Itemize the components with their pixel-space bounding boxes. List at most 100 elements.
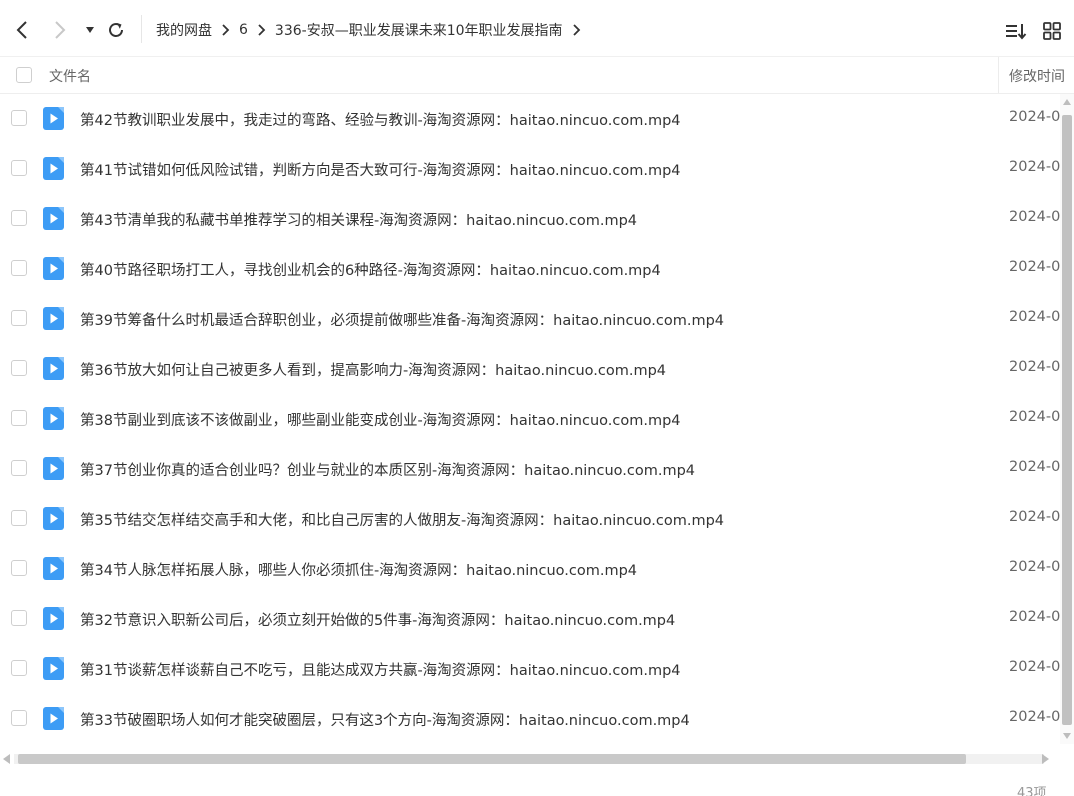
file-modified-time: 2024-0 [1009,359,1060,375]
toolbar-divider [141,15,142,43]
file-modified-time: 2024-0 [1009,109,1060,125]
video-file-icon [43,457,64,480]
file-modified-time: 2024-0 [1009,159,1060,175]
file-name[interactable]: 第34节人脉怎样拓展人脉，哪些人你必须抓住-海淘资源网：haitao.nincu… [80,559,637,580]
file-modified-time: 2024-0 [1009,459,1060,475]
video-file-icon [43,357,64,380]
file-modified-time: 2024-0 [1009,409,1060,425]
breadcrumb-item-current[interactable]: 336-安叔—职业发展课未来10年职业发展指南 [275,20,563,40]
file-modified-time: 2024-0 [1009,259,1060,275]
breadcrumb-item-root[interactable]: 我的网盘 [156,20,212,40]
breadcrumb: 我的网盘 6 336-安叔—职业发展课未来10年职业发展指南 [156,18,590,42]
file-name[interactable]: 第42节教训职业发展中，我走过的弯路、经验与教训-海淘资源网：haitao.ni… [80,109,681,130]
row-checkbox[interactable] [11,660,27,676]
file-name[interactable]: 第37节创业你真的适合创业吗？创业与就业的本质区别-海淘资源网：haitao.n… [80,459,695,480]
column-header-modified-time[interactable]: 修改时间 [1009,66,1065,86]
row-checkbox[interactable] [11,160,27,176]
vertical-scroll-thumb[interactable] [1062,115,1072,725]
file-row[interactable]: 第41节试错如何低风险试错，判断方向是否大致可行-海淘资源网：haitao.ni… [0,144,1060,194]
file-name[interactable]: 第35节结交怎样结交高手和大佬，和比自己厉害的人做朋友-海淘资源网：haitao… [80,509,724,530]
row-checkbox[interactable] [11,460,27,476]
caret-down-icon [86,27,94,33]
row-checkbox[interactable] [11,560,27,576]
video-file-icon [43,507,64,530]
file-name[interactable]: 第41节试错如何低风险试错，判断方向是否大致可行-海淘资源网：haitao.ni… [80,159,681,180]
file-row[interactable]: 第36节放大如何让自己被更多人看到，提高影响力-海淘资源网：haitao.nin… [0,344,1060,394]
file-browser-window: 我的网盘 6 336-安叔—职业发展课未来10年职业发展指南 文件名 修改时间 … [0,0,1074,796]
video-file-icon [43,707,64,730]
chevron-right-icon[interactable] [572,24,581,36]
file-name[interactable]: 第32节意识入职新公司后，必须立刻开始做的5件事-海淘资源网：haitao.ni… [80,609,675,630]
row-checkbox[interactable] [11,510,27,526]
file-row[interactable]: 第38节副业到底该不该做副业，哪些副业能变成创业-海淘资源网：haitao.ni… [0,394,1060,444]
file-modified-time: 2024-0 [1009,609,1060,625]
file-name[interactable]: 第43节清单我的私藏书单推荐学习的相关课程-海淘资源网：haitao.nincu… [80,209,637,230]
file-name[interactable]: 第39节筹备什么时机最适合辞职创业，必须提前做哪些准备-海淘资源网：haitao… [80,309,724,330]
file-name[interactable]: 第31节谈薪怎样谈薪自己不吃亏，且能达成双方共赢-海淘资源网：haitao.ni… [80,659,681,680]
back-button[interactable] [12,19,32,41]
scroll-down-arrow-icon[interactable] [1063,733,1071,739]
video-file-icon [43,557,64,580]
sort-button[interactable] [1005,20,1027,42]
item-count: 43项 [1017,786,1047,796]
refresh-button[interactable] [106,19,126,41]
video-file-icon [43,207,64,230]
file-modified-time: 2024-0 [1009,559,1060,575]
file-row[interactable]: 第31节谈薪怎样谈薪自己不吃亏，且能达成双方共赢-海淘资源网：haitao.ni… [0,644,1060,694]
video-file-icon [43,307,64,330]
scroll-left-arrow-icon[interactable] [3,754,10,764]
file-modified-time: 2024-0 [1009,209,1060,225]
video-file-icon [43,407,64,430]
file-modified-time: 2024-0 [1009,659,1060,675]
row-checkbox[interactable] [11,210,27,226]
file-row[interactable]: 第37节创业你真的适合创业吗？创业与就业的本质区别-海淘资源网：haitao.n… [0,444,1060,494]
history-dropdown-button[interactable] [80,19,100,41]
list-header: 文件名 修改时间 [0,57,1074,94]
file-name[interactable]: 第40节路径职场打工人，寻找创业机会的6种路径-海淘资源网：haitao.nin… [80,259,661,280]
file-row[interactable]: 第32节意识入职新公司后，必须立刻开始做的5件事-海淘资源网：haitao.ni… [0,594,1060,644]
file-row[interactable]: 第33节破圈职场人如何才能突破圈层，只有这3个方向-海淘资源网：haitao.n… [0,694,1060,744]
scroll-up-arrow-icon[interactable] [1063,99,1071,105]
file-name[interactable]: 第36节放大如何让自己被更多人看到，提高影响力-海淘资源网：haitao.nin… [80,359,666,380]
file-row[interactable]: 第43节清单我的私藏书单推荐学习的相关课程-海淘资源网：haitao.nincu… [0,194,1060,244]
file-row[interactable]: 第42节教训职业发展中，我走过的弯路、经验与教训-海淘资源网：haitao.ni… [0,94,1060,144]
grid-view-icon [1043,22,1061,40]
video-file-icon [43,607,64,630]
forward-button[interactable] [50,19,70,41]
refresh-icon [109,23,123,37]
file-modified-time: 2024-0 [1009,709,1060,725]
toolbar: 我的网盘 6 336-安叔—职业发展课未来10年职业发展指南 [0,0,1074,57]
scroll-right-arrow-icon[interactable] [1042,754,1049,764]
vertical-scrollbar[interactable] [1060,94,1074,744]
chevron-right-icon [257,24,266,36]
row-checkbox[interactable] [11,360,27,376]
chevron-right-icon [55,21,66,39]
file-row[interactable]: 第35节结交怎样结交高手和大佬，和比自己厉害的人做朋友-海淘资源网：haitao… [0,494,1060,544]
video-file-icon [43,157,64,180]
horizontal-scrollbar[interactable] [0,752,1060,766]
chevron-left-icon [16,21,27,39]
breadcrumb-item-folder[interactable]: 6 [239,22,248,38]
file-row[interactable]: 第40节路径职场打工人，寻找创业机会的6种路径-海淘资源网：haitao.nin… [0,244,1060,294]
row-checkbox[interactable] [11,310,27,326]
file-modified-time: 2024-0 [1009,309,1060,325]
file-name[interactable]: 第38节副业到底该不该做副业，哪些副业能变成创业-海淘资源网：haitao.ni… [80,409,681,430]
row-checkbox[interactable] [11,710,27,726]
grid-view-button[interactable] [1041,20,1063,42]
file-name[interactable]: 第33节破圈职场人如何才能突破圈层，只有这3个方向-海淘资源网：haitao.n… [80,709,690,730]
horizontal-scroll-thumb[interactable] [18,754,966,764]
file-row[interactable]: 第39节筹备什么时机最适合辞职创业，必须提前做哪些准备-海淘资源网：haitao… [0,294,1060,344]
chevron-right-icon [221,24,230,36]
select-all-checkbox[interactable] [16,67,32,83]
video-file-icon [43,657,64,680]
file-row[interactable]: 第34节人脉怎样拓展人脉，哪些人你必须抓住-海淘资源网：haitao.nincu… [0,544,1060,594]
row-checkbox[interactable] [11,260,27,276]
sort-icon [1006,24,1027,40]
row-checkbox[interactable] [11,110,27,126]
row-checkbox[interactable] [11,610,27,626]
video-file-icon [43,257,64,280]
row-checkbox[interactable] [11,410,27,426]
column-divider[interactable] [998,57,999,93]
column-header-name[interactable]: 文件名 [49,66,91,86]
file-list: 第42节教训职业发展中，我走过的弯路、经验与教训-海淘资源网：haitao.ni… [0,94,1060,744]
